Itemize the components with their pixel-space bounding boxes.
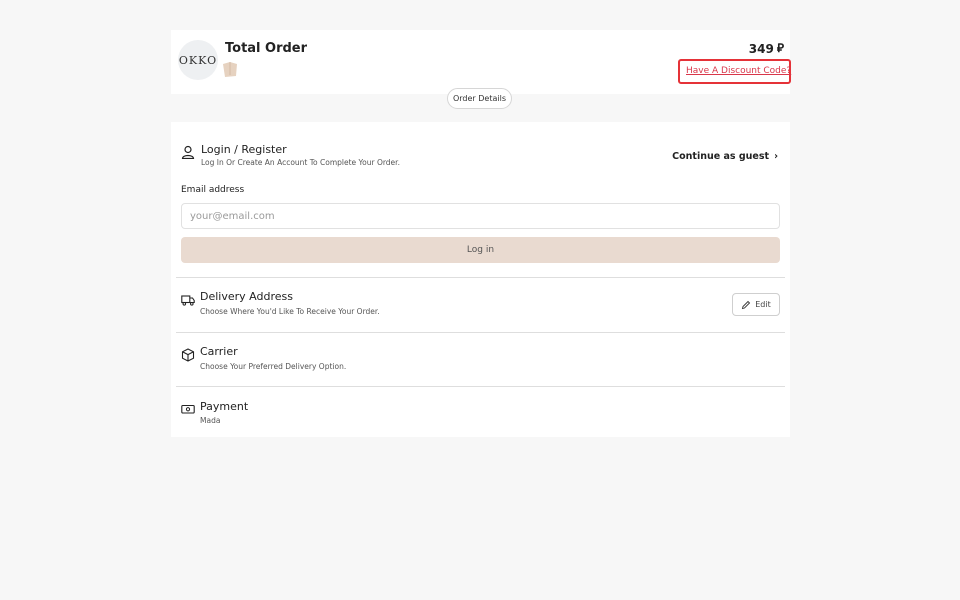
delivery-subtitle: Choose Where You'd Like To Receive Your … [200,307,380,316]
delivery-title: Delivery Address [200,290,293,303]
divider [176,332,785,333]
order-total-value: 349 [748,41,774,56]
order-title: Total Order [225,41,308,56]
edit-delivery-button[interactable]: Edit [732,293,780,316]
store-logo-text: OKKO [178,53,218,67]
login-title: Login / Register [201,143,287,156]
payment-title: Payment [200,400,249,413]
checkout-card: Login / Register Log In Or Create An Acc… [171,122,790,437]
chevron-right-icon: › [774,151,778,162]
email-input[interactable] [181,203,780,229]
login-button[interactable]: Log in [181,237,780,263]
edit-label: Edit [755,300,771,309]
continue-as-guest-link[interactable]: Continue as guest › [672,151,778,162]
carrier-subtitle: Choose Your Preferred Delivery Option. [200,362,347,371]
currency-symbol: ⃁ [776,41,784,55]
payment-method: Mada [200,416,221,425]
continue-as-guest-label: Continue as guest [672,151,770,162]
email-label: Email address [181,185,245,195]
user-icon [181,145,195,159]
truck-icon [181,295,195,306]
cash-icon [181,404,195,414]
product-thumbnail [223,62,237,77]
order-details-button[interactable]: Order Details [447,88,512,109]
store-logo: OKKO [178,40,218,80]
divider [176,277,785,278]
carrier-title: Carrier [200,345,238,358]
discount-code-link[interactable]: Have A Discount Code? [686,66,791,76]
box-icon [181,348,195,362]
divider [176,386,785,387]
order-total: 349 ⃁ [749,41,784,56]
pencil-icon [742,300,751,309]
login-subtitle: Log In Or Create An Account To Complete … [201,158,400,167]
